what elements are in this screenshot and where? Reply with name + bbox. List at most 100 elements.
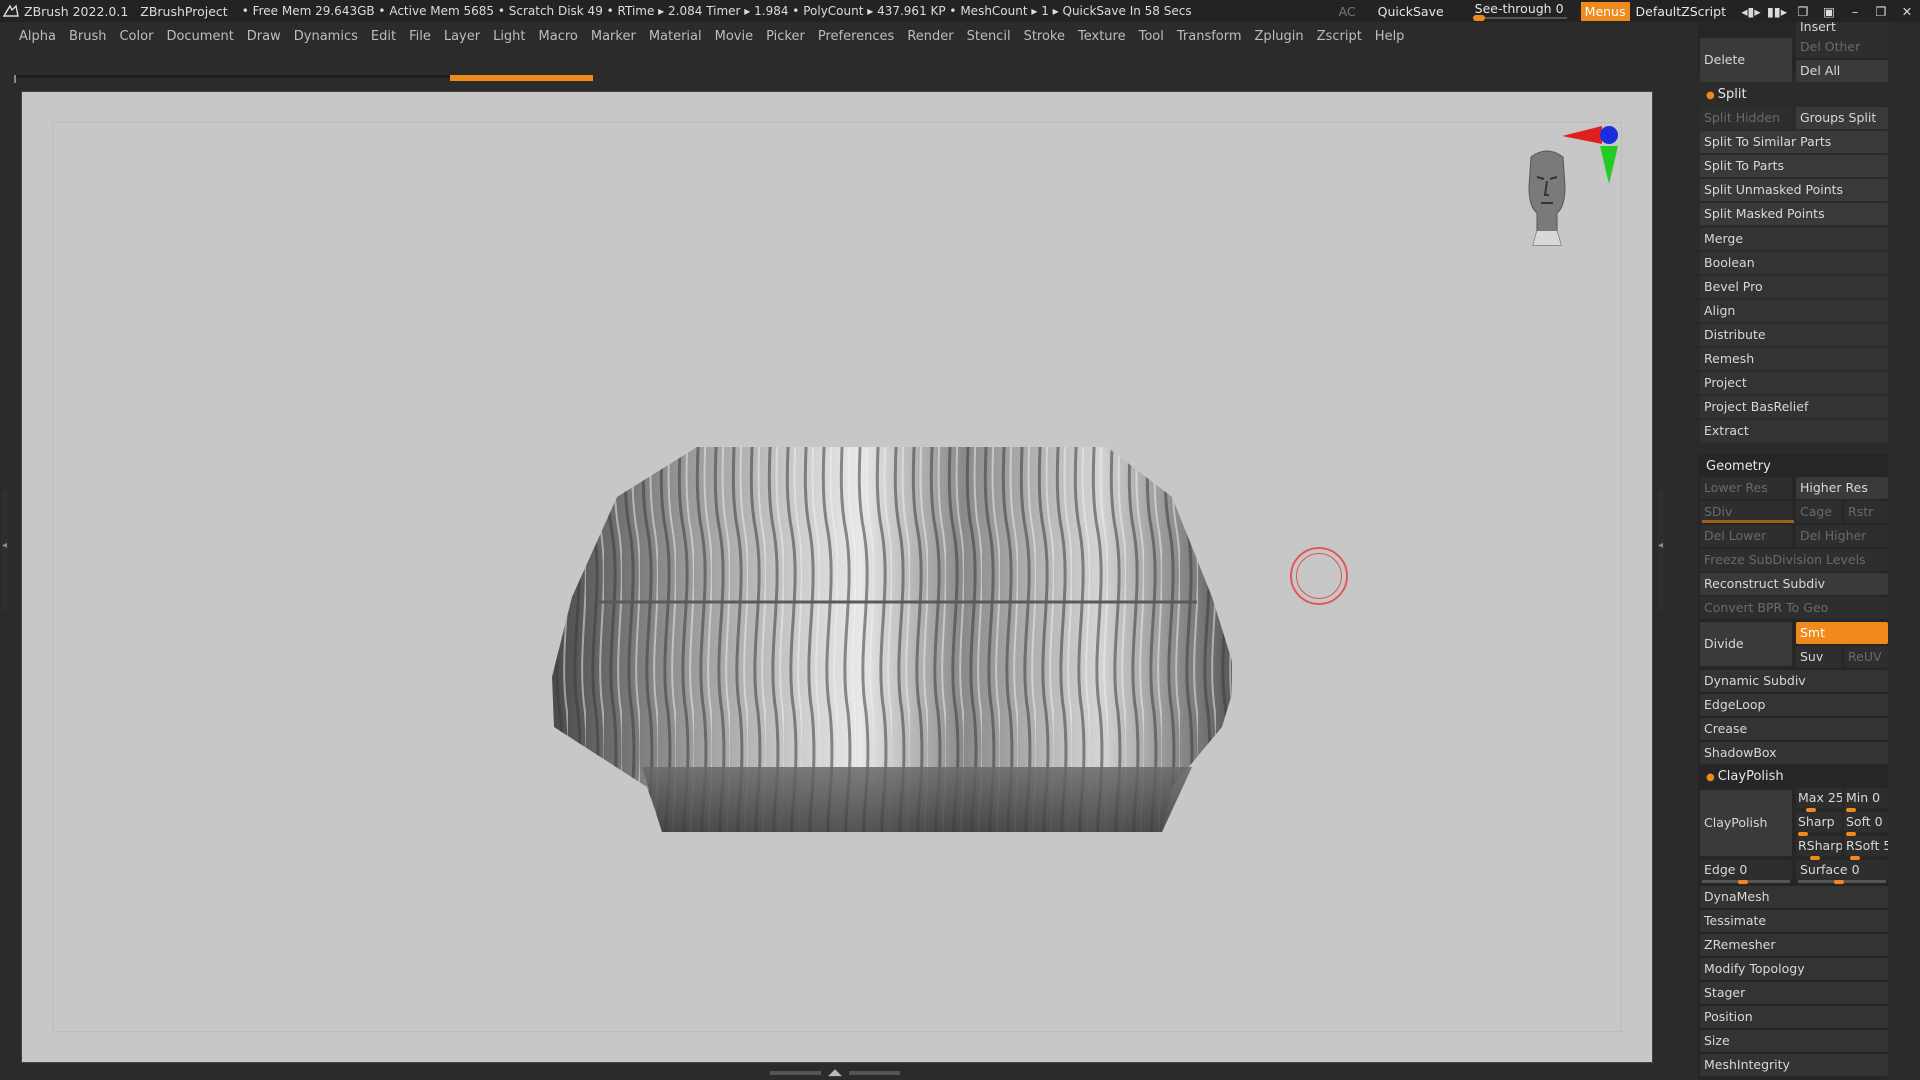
reuv-toggle[interactable]: ReUV (1844, 646, 1888, 668)
lower-res-button[interactable]: Lower Res (1700, 477, 1792, 499)
geometry-section-header[interactable]: Geometry (1702, 456, 1771, 478)
surface-slider-knob[interactable] (1834, 880, 1844, 884)
surface-slider[interactable]: Surface 0 (1796, 860, 1888, 880)
see-through-slider[interactable]: See-through 0 (1469, 0, 1573, 22)
menu-render[interactable]: Render (907, 29, 953, 44)
menu-texture[interactable]: Texture (1078, 29, 1126, 44)
smt-toggle[interactable]: Smt (1796, 622, 1888, 644)
edge-slider-knob[interactable] (1738, 880, 1748, 884)
menu-transform[interactable]: Transform (1177, 29, 1242, 44)
menu-light[interactable]: Light (493, 29, 525, 44)
menu-stencil[interactable]: Stencil (967, 29, 1011, 44)
del-all-button[interactable]: Del All (1796, 60, 1888, 82)
groups-split-button[interactable]: Groups Split (1796, 107, 1888, 129)
align-item[interactable]: Align (1700, 300, 1888, 322)
claypolish-section-header[interactable]: ● ClayPolish (1702, 766, 1784, 788)
freeze-subdivision-button[interactable]: Freeze SubDivision Levels (1700, 549, 1888, 571)
layout-arrows-icon[interactable]: ◂▮▸ (1738, 4, 1764, 19)
rsharp-slider[interactable]: RSharp (1796, 836, 1842, 856)
convert-bpr-button[interactable]: Convert BPR To Geo (1700, 597, 1888, 619)
edge-slider[interactable]: Edge 0 (1700, 860, 1792, 880)
divide-button[interactable]: Divide (1700, 622, 1792, 666)
top-shelf-bar[interactable] (16, 75, 593, 81)
rsoft-slider[interactable]: RSoft 5 (1844, 836, 1888, 856)
modify-topology-item[interactable]: Modify Topology (1700, 958, 1888, 980)
menu-help[interactable]: Help (1375, 29, 1405, 44)
stager-item[interactable]: Stager (1700, 982, 1888, 1004)
split-masked-button[interactable]: Split Masked Points (1700, 203, 1888, 225)
crease-item[interactable]: Crease (1700, 718, 1888, 740)
cage-button[interactable]: Cage (1796, 501, 1842, 523)
split-similar-parts-button[interactable]: Split To Similar Parts (1700, 131, 1888, 153)
sharp-slider[interactable]: Sharp (1796, 812, 1842, 832)
menu-picker[interactable]: Picker (766, 29, 805, 44)
ac-toggle[interactable]: AC (1339, 4, 1356, 19)
document-canvas[interactable] (21, 91, 1653, 1063)
left-tray-grip[interactable]: ◂ (2, 490, 8, 610)
shadowbox-item[interactable]: ShadowBox (1700, 742, 1888, 764)
restore-icon[interactable]: ❐ (1868, 4, 1894, 19)
max-slider[interactable]: Max 25 (1796, 788, 1842, 808)
higher-res-button[interactable]: Higher Res (1796, 477, 1888, 499)
menu-marker[interactable]: Marker (591, 29, 636, 44)
menu-alpha[interactable]: Alpha (19, 29, 56, 44)
del-higher-button[interactable]: Del Higher (1796, 525, 1888, 547)
menu-zplugin[interactable]: Zplugin (1255, 29, 1304, 44)
menu-tool[interactable]: Tool (1139, 29, 1164, 44)
menu-macro[interactable]: Macro (539, 29, 578, 44)
edgeloop-item[interactable]: EdgeLoop (1700, 694, 1888, 716)
size-item[interactable]: Size (1700, 1030, 1888, 1052)
extract-item[interactable]: Extract (1700, 420, 1888, 442)
suv-toggle[interactable]: Suv (1796, 646, 1842, 668)
remesh-item[interactable]: Remesh (1700, 348, 1888, 370)
menu-stroke[interactable]: Stroke (1024, 29, 1065, 44)
bottom-tray-handle[interactable]: ◢◣ (770, 1068, 900, 1078)
tessimate-item[interactable]: Tessimate (1700, 910, 1888, 932)
delete-button[interactable]: Delete (1700, 38, 1792, 82)
menu-draw[interactable]: Draw (247, 29, 281, 44)
del-other-button[interactable]: Del Other (1796, 36, 1888, 58)
menu-material[interactable]: Material (649, 29, 702, 44)
rstr-button[interactable]: Rstr (1844, 501, 1888, 523)
project-item[interactable]: Project (1700, 372, 1888, 394)
reconstruct-subdiv-button[interactable]: Reconstruct Subdiv (1700, 573, 1888, 595)
distribute-item[interactable]: Distribute (1700, 324, 1888, 346)
split-section-header[interactable]: ● Split (1702, 84, 1747, 106)
menu-document[interactable]: Document (166, 29, 233, 44)
window-cascade-icon[interactable]: ❐ (1790, 4, 1816, 19)
position-item[interactable]: Position (1700, 1006, 1888, 1028)
menu-preferences[interactable]: Preferences (818, 29, 894, 44)
del-lower-button[interactable]: Del Lower (1700, 525, 1792, 547)
split-unmasked-button[interactable]: Split Unmasked Points (1700, 179, 1888, 201)
menu-brush[interactable]: Brush (69, 29, 107, 44)
menu-color[interactable]: Color (119, 29, 153, 44)
menu-layer[interactable]: Layer (444, 29, 480, 44)
bevel-pro-item[interactable]: Bevel Pro (1700, 276, 1888, 298)
layout-bars-icon[interactable]: ▮▮▸ (1764, 4, 1790, 19)
dynamesh-item[interactable]: DynaMesh (1700, 886, 1888, 908)
menu-movie[interactable]: Movie (715, 29, 753, 44)
claypolish-button[interactable]: ClayPolish (1700, 790, 1792, 856)
right-tray-grip[interactable]: ◂ (1658, 490, 1664, 610)
min-slider[interactable]: Min 0 (1844, 788, 1888, 808)
defaultzscript-button[interactable]: DefaultZScript (1636, 4, 1727, 19)
close-icon[interactable]: ✕ (1894, 4, 1920, 19)
right-tray-scroll[interactable] (1894, 22, 1920, 1080)
axis-gizmo-icon[interactable] (1562, 122, 1622, 192)
menu-file[interactable]: File (409, 29, 431, 44)
menu-dynamics[interactable]: Dynamics (294, 29, 358, 44)
split-hidden-button[interactable]: Split Hidden (1700, 107, 1792, 129)
window-tile-icon[interactable]: ▣ (1816, 4, 1842, 19)
menus-button[interactable]: Menus (1580, 1, 1630, 21)
quicksave-button[interactable]: QuickSave (1378, 4, 1444, 19)
meshintegrity-item[interactable]: MeshIntegrity (1700, 1054, 1888, 1076)
merge-item[interactable]: Merge (1700, 228, 1888, 250)
project-basrelief-item[interactable]: Project BasRelief (1700, 396, 1888, 418)
split-to-parts-button[interactable]: Split To Parts (1700, 155, 1888, 177)
minimize-icon[interactable]: – (1842, 4, 1868, 19)
zremesher-item[interactable]: ZRemesher (1700, 934, 1888, 956)
menu-zscript[interactable]: Zscript (1317, 29, 1362, 44)
boolean-item[interactable]: Boolean (1700, 252, 1888, 274)
soft-slider[interactable]: Soft 0 (1844, 812, 1888, 832)
see-through-knob[interactable] (1472, 15, 1485, 21)
